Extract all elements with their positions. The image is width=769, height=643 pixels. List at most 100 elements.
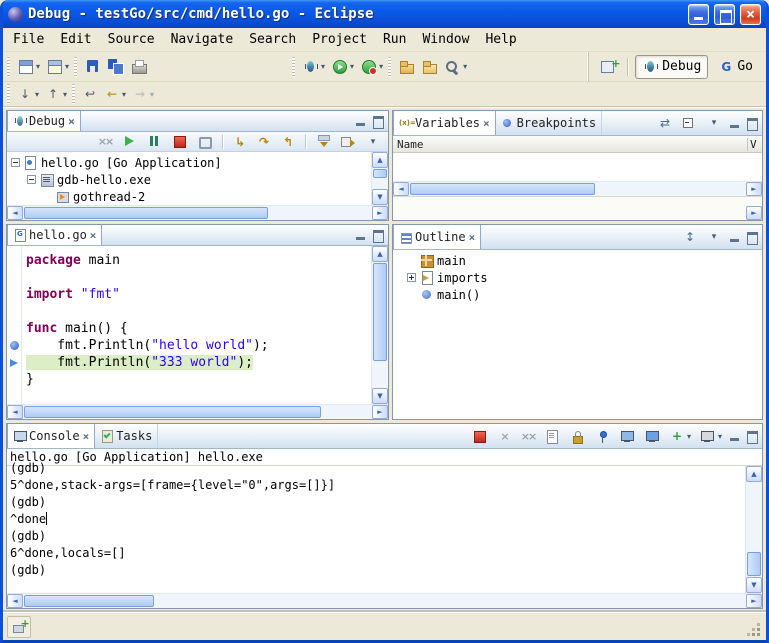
remove-launch-button[interactable]: × <box>493 424 515 448</box>
outline-item[interactable]: imports <box>403 269 762 286</box>
scrollbar-thumb[interactable] <box>24 595 154 607</box>
tab-variables[interactable]: Variables <box>393 111 496 135</box>
close-icon[interactable] <box>483 116 490 130</box>
outline-tree[interactable]: mainimportsmain() <box>393 250 762 419</box>
editor-vertical-scrollbar[interactable] <box>371 246 388 404</box>
open-console-button[interactable]: +▾ <box>666 424 694 448</box>
view-menu-button[interactable]: ▾ <box>703 225 725 249</box>
tab-tasks[interactable]: Tasks <box>95 424 158 448</box>
close-icon[interactable] <box>469 230 476 244</box>
scrollbar-thumb[interactable] <box>373 169 387 178</box>
open-perspective-button[interactable] <box>597 55 620 79</box>
debug-tree-item[interactable]: hello.go [Go Application] <box>7 154 371 171</box>
breakpoint-marker-icon[interactable] <box>10 341 19 350</box>
menu-help[interactable]: Help <box>477 28 524 51</box>
step-into-button[interactable]: ↳ <box>229 133 251 151</box>
detail-scroll-right-button[interactable] <box>746 206 762 220</box>
tab-debug[interactable]: Debug <box>7 111 81 131</box>
scrollbar-track[interactable] <box>23 206 372 220</box>
scrollbar-track[interactable] <box>23 594 746 608</box>
save-button[interactable] <box>81 55 104 79</box>
scrollbar-thumb[interactable] <box>373 263 387 361</box>
tab-breakpoints[interactable]: Breakpoints <box>496 111 602 135</box>
menu-project[interactable]: Project <box>304 28 375 51</box>
scroll-left-button[interactable] <box>393 182 409 196</box>
drop-to-frame-button[interactable] <box>312 133 335 151</box>
tree-expander-icon[interactable] <box>407 273 416 282</box>
scroll-right-button[interactable] <box>372 405 388 419</box>
tree-expander-icon[interactable] <box>27 175 36 184</box>
debug-horizontal-scrollbar[interactable] <box>7 205 388 220</box>
toolbar-grip[interactable] <box>74 57 77 77</box>
scroll-down-button[interactable] <box>372 388 388 404</box>
menu-search[interactable]: Search <box>241 28 304 51</box>
step-over-button[interactable]: ↷ <box>253 133 275 151</box>
scrollbar-track[interactable] <box>746 482 762 577</box>
scroll-left-button[interactable] <box>7 206 23 220</box>
maximize-view-button[interactable] <box>744 117 759 130</box>
console-horizontal-scrollbar[interactable] <box>7 593 762 608</box>
scroll-lock-button[interactable] <box>566 424 589 448</box>
column-value[interactable]: V <box>747 138 762 151</box>
maximize-view-button[interactable] <box>744 430 759 443</box>
minimize-view-button[interactable] <box>727 430 742 443</box>
show-logical-button[interactable]: ⇄ <box>654 111 676 135</box>
toolbar-grip[interactable] <box>7 57 10 77</box>
scrollbar-thumb[interactable] <box>747 552 761 576</box>
perspective-go-button[interactable]: GGo <box>711 55 760 79</box>
scrollbar-track[interactable] <box>23 405 372 419</box>
close-icon[interactable] <box>90 228 97 242</box>
editor-code-area[interactable]: package mainimport "fmt"func main() { fm… <box>22 246 371 404</box>
terminate-console-button[interactable] <box>468 424 491 448</box>
maximize-view-button[interactable] <box>744 231 759 244</box>
editor-ruler[interactable] <box>7 246 22 404</box>
ruler-line[interactable] <box>7 320 21 337</box>
outline-item[interactable]: main() <box>403 286 762 303</box>
next-annotation-button[interactable]: ↓▾ <box>14 82 42 106</box>
minimize-button[interactable] <box>688 4 709 25</box>
step-return-button[interactable]: ↰ <box>277 133 299 151</box>
remove-all-launches-button[interactable]: ×× <box>517 424 539 448</box>
ruler-line[interactable] <box>7 354 21 371</box>
display-selected-button[interactable]: ▾ <box>696 424 725 448</box>
show-stderr-button[interactable] <box>641 424 664 448</box>
menu-source[interactable]: Source <box>100 28 163 51</box>
scroll-right-button[interactable] <box>746 594 762 608</box>
step-filters-button[interactable] <box>337 133 360 151</box>
tree-expander-icon[interactable] <box>11 158 20 167</box>
new-menu-button[interactable]: ▾ <box>43 55 72 79</box>
editor-horizontal-scrollbar[interactable] <box>7 404 388 419</box>
ruler-line[interactable] <box>7 252 21 269</box>
resume-button[interactable] <box>118 133 141 151</box>
menu-run[interactable]: Run <box>375 28 414 51</box>
menu-file[interactable]: File <box>5 28 52 51</box>
scroll-up-button[interactable] <box>372 246 388 262</box>
last-edit-button[interactable]: ↩ <box>79 82 101 106</box>
run-button[interactable]: ▾ <box>328 55 357 79</box>
scroll-right-button[interactable] <box>746 182 762 196</box>
scroll-left-button[interactable] <box>7 594 23 608</box>
variables-column-header[interactable]: Name V <box>393 136 762 153</box>
minimize-view-button[interactable] <box>727 117 742 130</box>
save-all-button[interactable] <box>104 55 127 79</box>
variables-content[interactable] <box>393 153 762 181</box>
fast-view-button[interactable] <box>7 616 31 638</box>
forward-button[interactable]: →▾ <box>129 82 157 106</box>
close-button[interactable] <box>740 4 761 25</box>
maximize-button[interactable] <box>714 4 735 25</box>
ruler-line[interactable] <box>7 286 21 303</box>
debug-tree-item[interactable]: gdb-hello.exe <box>7 171 371 188</box>
scroll-down-button[interactable] <box>746 577 762 593</box>
search-button[interactable]: ▾ <box>441 55 470 79</box>
perspective-debug-button[interactable]: Debug <box>635 55 708 79</box>
scroll-up-button[interactable] <box>746 466 762 482</box>
open-folder-button[interactable] <box>418 55 441 79</box>
maximize-view-button[interactable] <box>370 115 385 128</box>
remove-terminated-button[interactable]: ×× <box>94 133 116 151</box>
column-name[interactable]: Name <box>397 138 424 151</box>
run-history-button[interactable]: ▾ <box>357 55 386 79</box>
resize-grip[interactable] <box>746 622 762 638</box>
minimize-view-button[interactable] <box>353 229 368 242</box>
open-resource-button[interactable] <box>395 55 418 79</box>
scroll-right-button[interactable] <box>372 206 388 220</box>
